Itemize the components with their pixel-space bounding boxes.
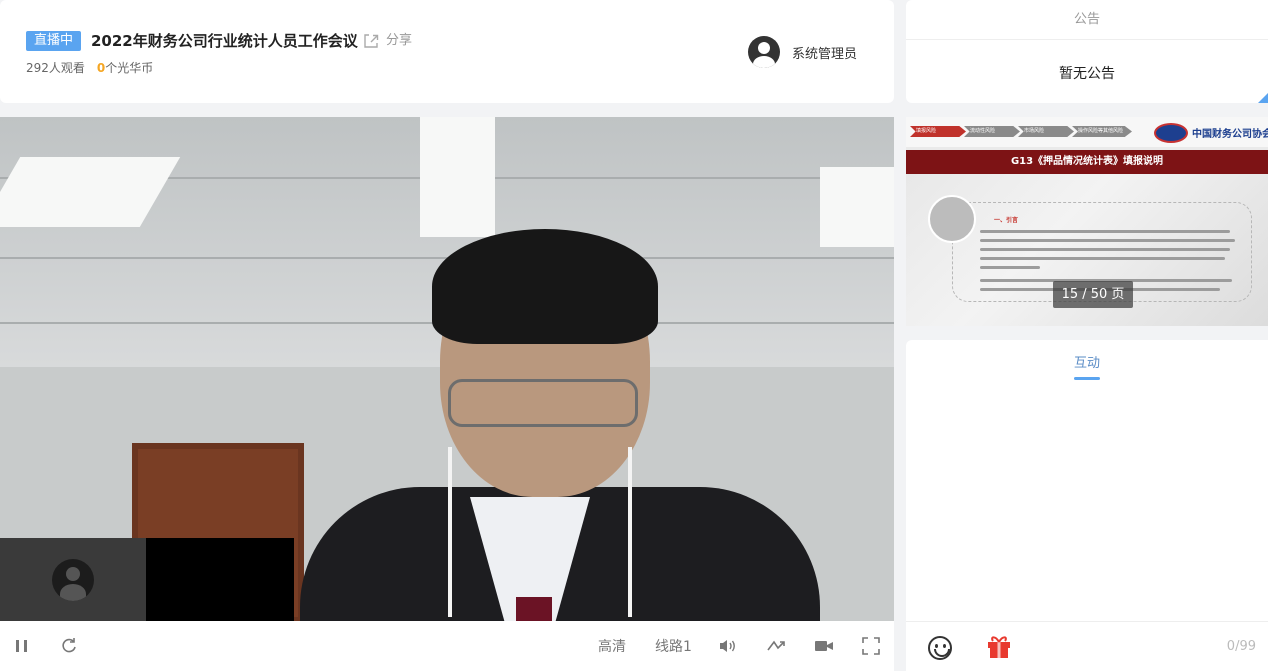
slide-step: 操作风险等其他风险 xyxy=(1072,126,1132,137)
earphone-wire xyxy=(448,447,452,617)
live-room: 直播中 2022年财务公司行业统计人员工作会议 分享 292人观看 0个光华币 系… xyxy=(0,0,1268,671)
ceiling-light xyxy=(820,167,894,247)
org-name: 中国财务公司协会 xyxy=(1192,129,1268,140)
picture-in-picture[interactable] xyxy=(0,538,294,621)
page-indicator: 15 / 50 页 xyxy=(1053,281,1133,308)
user-avatar-icon xyxy=(748,36,780,68)
pip-self-view xyxy=(0,538,146,621)
page-title: 2022年财务公司行业统计人员工作会议 xyxy=(91,32,358,50)
notice-title: 公告 xyxy=(906,0,1268,40)
tab-interaction[interactable]: 互动 xyxy=(906,352,1268,371)
coin-count: 0 xyxy=(96,61,106,75)
slide-step: 填报风险 xyxy=(910,126,966,137)
volume-icon xyxy=(720,640,735,652)
org-logo-icon xyxy=(1154,123,1188,143)
interaction-panel: 互动 0/99 xyxy=(906,340,1268,671)
slide-text-line xyxy=(980,230,1230,233)
player-controls: 高清 线路1 xyxy=(0,621,894,671)
rotate-icon xyxy=(767,640,785,651)
fullscreen-icon xyxy=(862,637,880,655)
chat-input-bar[interactable]: 0/99 xyxy=(906,621,1268,671)
viewer-count: 292人观看 xyxy=(26,61,85,75)
live-header: 直播中 2022年财务公司行业统计人员工作会议 分享 292人观看 0个光华币 系… xyxy=(0,0,894,103)
notice-body: 暂无公告 xyxy=(1059,66,1115,82)
refresh-icon xyxy=(62,638,76,653)
fullscreen-button[interactable] xyxy=(862,621,880,671)
tab-active-underline xyxy=(1074,377,1100,380)
slide-image-icon xyxy=(928,195,976,243)
person-glasses xyxy=(448,379,638,427)
video-player[interactable] xyxy=(0,117,894,621)
pause-icon xyxy=(16,640,27,652)
camera-button[interactable] xyxy=(814,621,834,671)
person-tie xyxy=(516,597,552,621)
slide-text-line xyxy=(980,248,1230,251)
slide-step: 流动性风险 xyxy=(964,126,1020,137)
gift-icon[interactable] xyxy=(986,633,1012,659)
slide-step: 市场风险 xyxy=(1018,126,1074,137)
live-status-badge: 直播中 xyxy=(26,31,82,51)
document-slide[interactable]: 填报风险 流动性风险 市场风险 操作风险等其他风险 中国财务公司协会 G13《押… xyxy=(906,117,1268,326)
slide-text-line xyxy=(980,266,1040,269)
person-hair xyxy=(432,229,658,344)
refresh-button[interactable] xyxy=(60,621,78,671)
share-icon xyxy=(364,34,379,48)
user-avatar-icon xyxy=(52,558,94,601)
slide-title: G13《押品情况统计表》填报说明 xyxy=(906,150,1268,174)
live-stats: 292人观看 0个光华币 xyxy=(26,60,153,76)
slide-text-line xyxy=(980,239,1235,242)
quality-select[interactable]: 高清 xyxy=(598,621,626,671)
host-name: 系统管理员 xyxy=(792,46,858,62)
line-select[interactable]: 线路1 xyxy=(655,621,692,671)
ceiling-light xyxy=(420,117,495,237)
share-button[interactable]: 分享 xyxy=(362,32,412,50)
pause-button[interactable] xyxy=(14,621,30,671)
coin-label: 个光华币 xyxy=(105,61,154,75)
rotate-button[interactable] xyxy=(766,621,786,671)
host-user[interactable]: 系统管理员 xyxy=(748,36,857,68)
emoji-icon[interactable] xyxy=(928,636,952,660)
earphone-wire xyxy=(628,447,632,617)
char-counter: 0/99 xyxy=(1226,639,1256,654)
notice-panel: 公告 暂无公告 xyxy=(906,0,1268,103)
share-label: 分享 xyxy=(386,33,413,48)
slide-text-line xyxy=(980,257,1225,260)
camera-icon xyxy=(815,641,833,651)
notice-corner-mark xyxy=(1258,93,1268,103)
volume-button[interactable] xyxy=(718,621,738,671)
slide-section-heading: 一、引言 xyxy=(994,217,1019,224)
